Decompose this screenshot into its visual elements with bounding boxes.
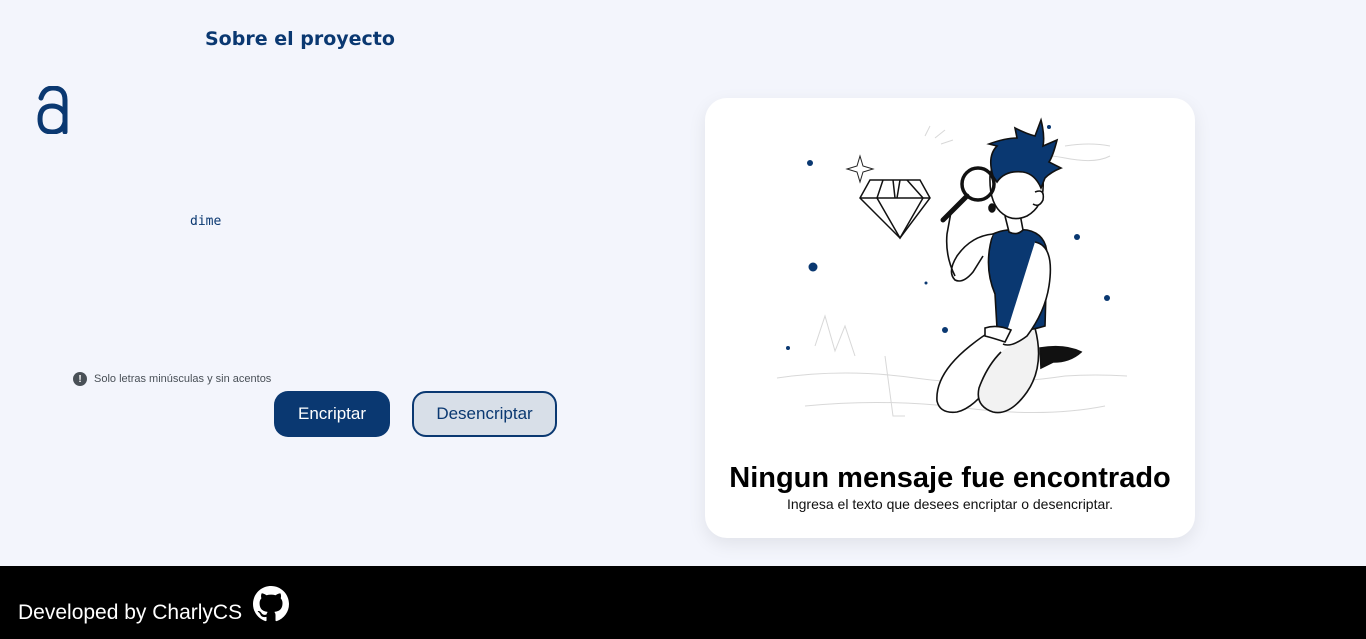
exclamation-circle-icon: ! [73,372,87,386]
hint-text: Solo letras minúsculas y sin acentos [94,373,272,385]
decrypt-button[interactable]: Desencriptar [412,391,557,437]
footer: Developed by CharlyCS [0,566,1366,639]
encrypt-button[interactable]: Encriptar [274,391,390,437]
footer-credit: Developed by CharlyCS [18,601,243,624]
result-title: Ningun mensaje fue encontrado [729,462,1171,494]
github-icon[interactable] [253,586,289,622]
about-project-link[interactable]: Sobre el proyecto [205,28,395,50]
result-subtitle: Ingresa el texto que desees encriptar o … [786,496,1114,512]
input-hint: ! Solo letras minúsculas y sin acentos [73,372,271,386]
person-with-magnifying-glass-and-diamond-illustration [776,117,1128,417]
result-card: Ningun mensaje fue encontrado Ingresa el… [705,98,1195,538]
message-input[interactable]: dime [186,210,614,358]
alura-logo-icon[interactable] [36,86,70,134]
